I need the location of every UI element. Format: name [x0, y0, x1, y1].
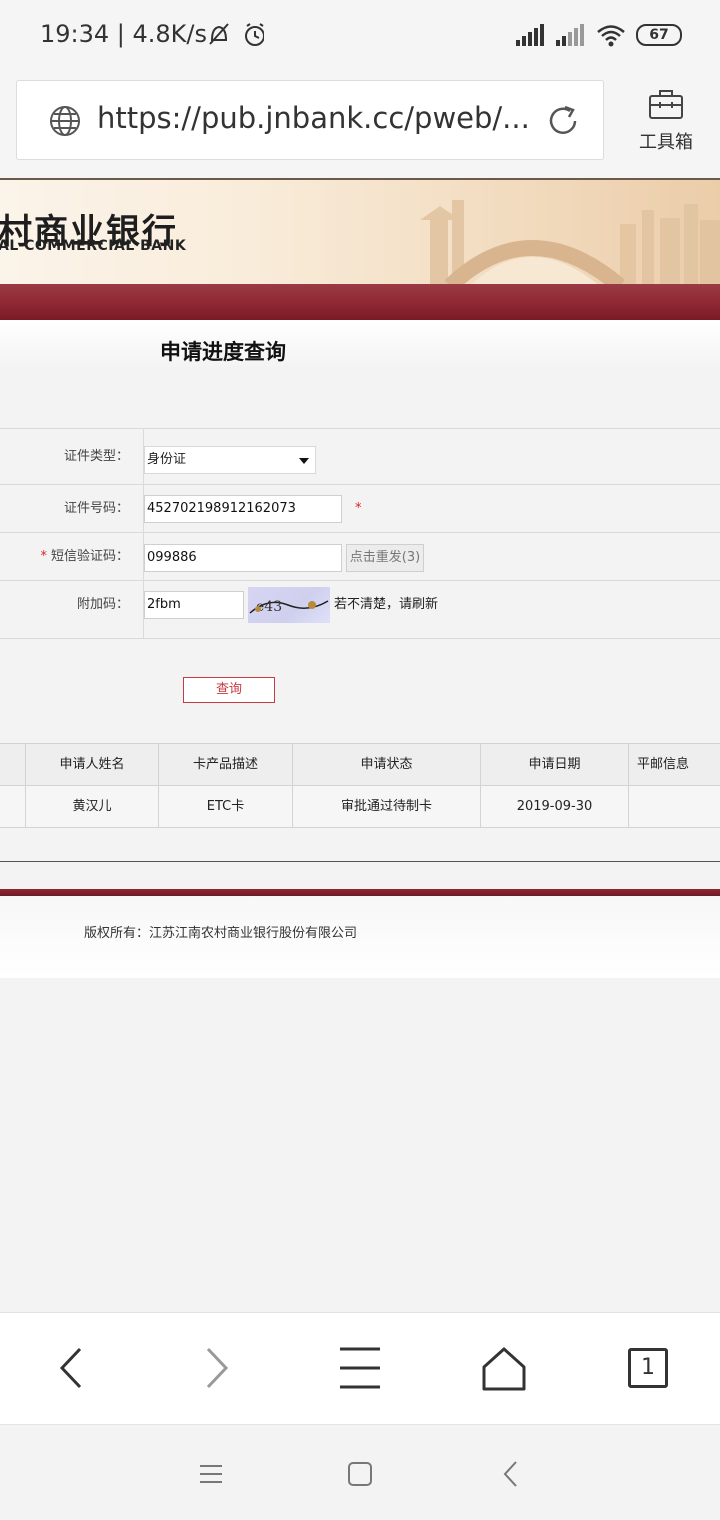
header-date: 申请日期 — [481, 744, 629, 785]
dropdown-arrow-icon — [299, 458, 309, 464]
toolbox-button[interactable]: 工具箱 — [628, 88, 704, 154]
id-number-row: 证件号码： 452702198912162073 * — [0, 485, 720, 533]
extra-code-label: 附加码： — [0, 581, 144, 638]
result-table: 申请人姓名 卡产品描述 申请状态 申请日期 平邮信息 黄汉儿 ETC卡 审批通过… — [0, 743, 720, 828]
id-number-label: 证件号码： — [0, 485, 144, 532]
toolbox-icon — [649, 90, 683, 119]
browser-toolbar: https://pub.jnbank.cc/pweb/... 工具箱 — [0, 70, 720, 178]
cell-card-product: ETC卡 — [159, 786, 293, 827]
header-status: 申请状态 — [293, 744, 481, 785]
required-mark: * — [355, 501, 362, 516]
header-spacer — [0, 744, 26, 785]
home-icon[interactable] — [474, 1343, 534, 1393]
status-icons: 67 — [516, 20, 682, 50]
header-mail-info: 平邮信息 — [637, 757, 690, 772]
tabs-button[interactable]: 1 — [618, 1343, 678, 1393]
bank-banner: 村商业银行 AL COMMERCIAL BANK — [0, 178, 720, 284]
id-type-value: 身份证 — [147, 452, 187, 467]
copyright-text: 版权所有：江苏江南农村商业银行股份有限公司 — [84, 926, 358, 941]
signal-2-icon — [556, 24, 584, 46]
required-mark: * — [40, 549, 47, 564]
divider — [0, 861, 720, 862]
sms-code-label: * 短信验证码： — [0, 533, 144, 580]
url-text[interactable]: https://pub.jnbank.cc/pweb/... — [97, 101, 537, 135]
battery-indicator: 67 — [636, 24, 682, 46]
status-bar: 19:34 | 4.8K/s 67 — [0, 0, 720, 70]
result-header-row: 申请人姓名 卡产品描述 申请状态 申请日期 平邮信息 — [0, 744, 720, 786]
cell-date: 2019-09-30 — [481, 786, 629, 827]
footer: 版权所有：江苏江南农村商业银行股份有限公司 — [0, 896, 720, 978]
bank-name-en: AL COMMERCIAL BANK — [0, 238, 187, 254]
id-type-label: 证件类型： — [0, 429, 144, 484]
id-type-row: 证件类型： 身份证 — [0, 429, 720, 485]
id-type-select[interactable]: 身份证 — [144, 446, 316, 474]
query-button[interactable]: 查询 — [183, 677, 275, 703]
signal-icon — [516, 24, 544, 46]
captcha-refresh-hint[interactable]: 若不清楚，请刷新 — [334, 581, 438, 629]
title-strip: 申请进度查询 — [0, 320, 720, 366]
sms-code-row: * 短信验证码： 099886 点击重发(3) — [0, 533, 720, 581]
home-square-icon[interactable] — [345, 1459, 375, 1489]
browser-nav-bar: 1 — [0, 1312, 720, 1424]
header-applicant-name: 申请人姓名 — [26, 744, 159, 785]
tabs-count: 1 — [628, 1348, 668, 1388]
wifi-icon — [597, 25, 625, 47]
captcha-image[interactable]: e43 — [248, 587, 330, 623]
sms-code-input[interactable]: 099886 — [144, 544, 342, 572]
query-form: 证件类型： 身份证 证件号码： 452702198912162073 * * 短信… — [0, 428, 720, 639]
row-spacer — [0, 786, 26, 827]
status-time: 19:34 | 4.8K/s — [40, 20, 208, 48]
extra-code-input[interactable]: 2fbm — [144, 591, 244, 619]
extra-code-row: 附加码： 2fbm e43 若不清楚，请刷新 — [0, 581, 720, 639]
address-bar[interactable]: https://pub.jnbank.cc/pweb/... — [16, 80, 604, 160]
refresh-icon[interactable] — [545, 103, 581, 139]
page-title: 申请进度查询 — [160, 340, 286, 364]
table-row: 黄汉儿 ETC卡 审批通过待制卡 2019-09-30 — [0, 786, 720, 828]
captcha-glyphs: e43 — [249, 599, 329, 615]
id-number-input[interactable]: 452702198912162073 — [144, 495, 342, 523]
cell-status: 审批通过待制卡 — [293, 786, 481, 827]
mute-and-alarm-icons — [209, 23, 264, 46]
forward-icon[interactable] — [186, 1343, 246, 1393]
system-nav-bar — [0, 1424, 720, 1520]
toolbox-label: 工具箱 — [639, 132, 693, 153]
cell-mail-info — [629, 786, 720, 827]
recent-apps-icon[interactable] — [196, 1459, 226, 1489]
footer-band — [0, 889, 720, 896]
menu-icon[interactable] — [330, 1343, 390, 1393]
back-arrow-icon[interactable] — [496, 1459, 526, 1489]
bridge-illustration — [420, 200, 720, 284]
globe-icon — [50, 106, 80, 136]
main-content: 申请进度查询 证件类型： 身份证 证件号码： 45270219891216207… — [0, 320, 720, 978]
brand-band — [0, 284, 720, 320]
cell-applicant-name: 黄汉儿 — [26, 786, 159, 827]
header-card-product: 卡产品描述 — [159, 744, 293, 785]
resend-button[interactable]: 点击重发(3) — [346, 544, 424, 572]
back-icon[interactable] — [42, 1343, 102, 1393]
